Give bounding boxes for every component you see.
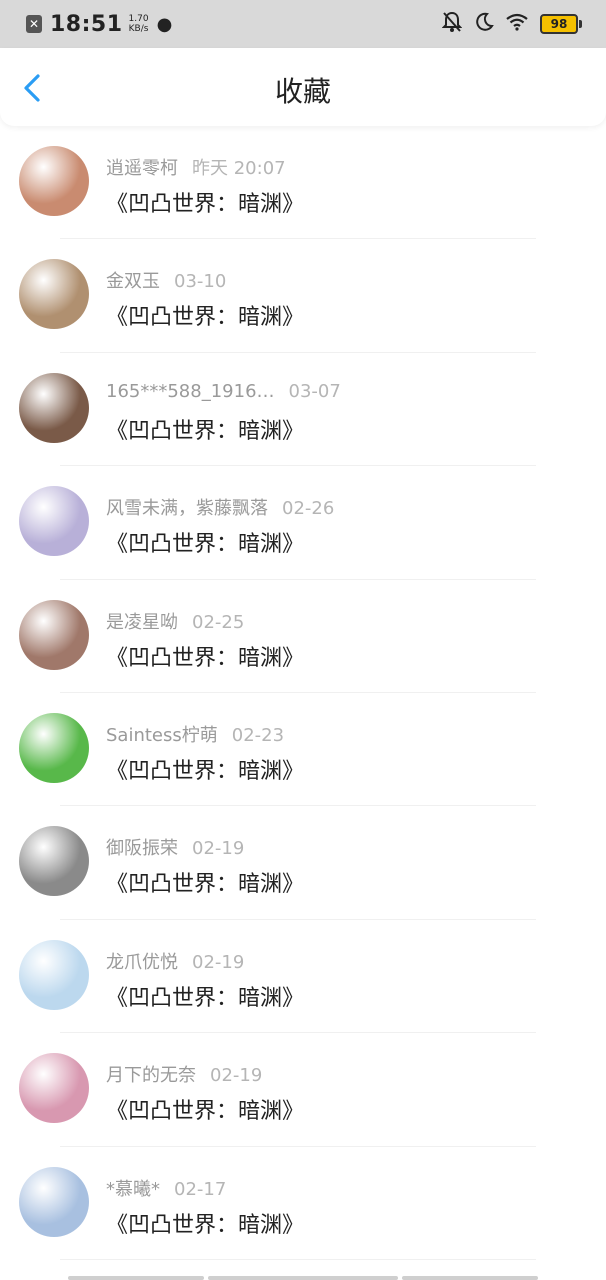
work-title[interactable]: 《凹凸世界：暗渊》 (106, 640, 304, 672)
item-date: 03-10 (174, 271, 227, 293)
item-meta: 金双玉 03-10 (106, 267, 226, 293)
avatar[interactable] (19, 259, 89, 330)
work-title[interactable]: 《凹凸世界：暗渊》 (106, 1093, 304, 1125)
user-name[interactable]: 逍遥零柯 (106, 158, 178, 179)
list-item[interactable]: 金双玉 03-10 《凹凸世界：暗渊》 (0, 239, 606, 353)
item-date: 昨天 20:07 (192, 158, 286, 179)
moon-icon (474, 12, 494, 37)
item-meta: 是凌星呦 02-25 (106, 608, 244, 634)
user-name[interactable]: 金双玉 (106, 271, 160, 292)
header: 收藏 (0, 48, 606, 126)
avatar[interactable] (19, 146, 89, 216)
avatar[interactable] (19, 1053, 89, 1124)
list-item[interactable]: 是凌星呦 02-25 《凹凸世界：暗渊》 (0, 580, 606, 693)
item-meta: *慕曦* 02-17 (106, 1175, 226, 1201)
user-name[interactable]: 风雪未满，紫藤飘落 (106, 498, 268, 519)
item-date: 02-23 (231, 724, 285, 746)
close-notification-icon: ✕ (26, 15, 42, 33)
work-title[interactable]: 《凹凸世界：暗渊》 (106, 186, 304, 218)
wifi-icon (506, 12, 528, 36)
item-meta: 165***588_1916… 03-07 (106, 381, 341, 402)
avatar[interactable] (19, 599, 89, 670)
item-meta: 逍遥零柯 昨天 20:07 (106, 154, 286, 180)
item-date: 03-07 (288, 380, 341, 402)
item-date: 02-25 (192, 611, 245, 633)
list-item[interactable]: 月下的无奈 02-19 《凹凸世界：暗渊》 (0, 1033, 606, 1147)
qq-icon: ● (156, 13, 173, 35)
work-title[interactable]: 《凹凸世界：暗渊》 (106, 1207, 304, 1239)
indicator-segment (402, 1276, 538, 1280)
mute-bell-icon (441, 11, 463, 38)
divider (60, 1258, 536, 1260)
list-item[interactable]: 风雪未满，紫藤飘落 02-26 《凹凸世界：暗渊》 (0, 466, 606, 580)
list-item[interactable]: Saintess柠萌 02-23 《凹凸世界：暗渊》 (0, 693, 606, 807)
page-title: 收藏 (274, 75, 331, 108)
user-name[interactable]: 165***588_1916… (106, 381, 275, 402)
item-date: 02-19 (210, 1065, 263, 1087)
network-speed: 1.70 KB/s (129, 14, 149, 34)
favorites-list: 逍遥零柯 昨天 20:07 《凹凸世界：暗渊》 金双玉 03-10 《凹凸世界：暗渊… (0, 126, 606, 1260)
avatar[interactable] (19, 372, 89, 443)
battery-indicator: 98 (540, 14, 582, 34)
avatar[interactable] (19, 712, 89, 783)
list-item[interactable]: 御阪振荣 02-19 《凹凸世界：暗渊》 (0, 806, 606, 920)
item-date: 02-26 (282, 498, 335, 520)
indicator-segment (208, 1276, 398, 1280)
item-meta: 御阪振荣 02-19 (106, 834, 244, 860)
status-right: 98 (441, 10, 582, 38)
item-date: 02-19 (192, 951, 245, 973)
list-item[interactable]: 165***588_1916… 03-07 《凹凸世界：暗渊》 (0, 353, 606, 467)
work-title[interactable]: 《凹凸世界：暗渊》 (106, 526, 304, 558)
item-meta: 月下的无奈 02-19 (106, 1061, 262, 1087)
work-title[interactable]: 《凹凸世界：暗渊》 (106, 980, 304, 1012)
network-speed-value: 1.70 (128, 14, 149, 24)
item-date: 02-19 (192, 838, 245, 860)
user-name[interactable]: 龙爪优悦 (106, 952, 178, 973)
avatar[interactable] (19, 826, 89, 897)
item-date: 02-17 (174, 1178, 227, 1200)
user-name[interactable]: *慕曦* (106, 1179, 160, 1200)
item-meta: 风雪未满，紫藤飘落 02-26 (106, 494, 334, 520)
item-meta: 龙爪优悦 02-19 (106, 948, 244, 974)
bottom-scroll-indicator (68, 1276, 538, 1280)
work-title[interactable]: 《凹凸世界：暗渊》 (106, 866, 304, 898)
work-title[interactable]: 《凹凸世界：暗渊》 (106, 413, 304, 445)
avatar[interactable] (19, 1166, 89, 1237)
avatar[interactable] (19, 939, 89, 1010)
network-speed-unit: KB/s (128, 24, 149, 34)
list-item[interactable]: 龙爪优悦 02-19 《凹凸世界：暗渊》 (0, 920, 606, 1034)
work-title[interactable]: 《凹凸世界：暗渊》 (106, 753, 304, 785)
item-meta: Saintess柠萌 02-23 (106, 721, 284, 747)
status-time: 18:51 (50, 11, 123, 37)
user-name[interactable]: 是凌星呦 (106, 612, 178, 633)
status-bar: ✕ 18:51 1.70 KB/s ● 98 (0, 0, 606, 48)
list-item[interactable]: 逍遥零柯 昨天 20:07 《凹凸世界：暗渊》 (0, 126, 606, 240)
user-name[interactable]: 御阪振荣 (106, 838, 178, 859)
status-left: ✕ 18:51 1.70 KB/s ● (26, 10, 172, 38)
indicator-segment (68, 1276, 204, 1280)
avatar[interactable] (19, 486, 89, 557)
user-name[interactable]: 月下的无奈 (106, 1065, 196, 1086)
list-item[interactable]: *慕曦* 02-17 《凹凸世界：暗渊》 (0, 1147, 606, 1260)
user-name[interactable]: Saintess柠萌 (106, 725, 218, 746)
work-title[interactable]: 《凹凸世界：暗渊》 (106, 299, 304, 331)
